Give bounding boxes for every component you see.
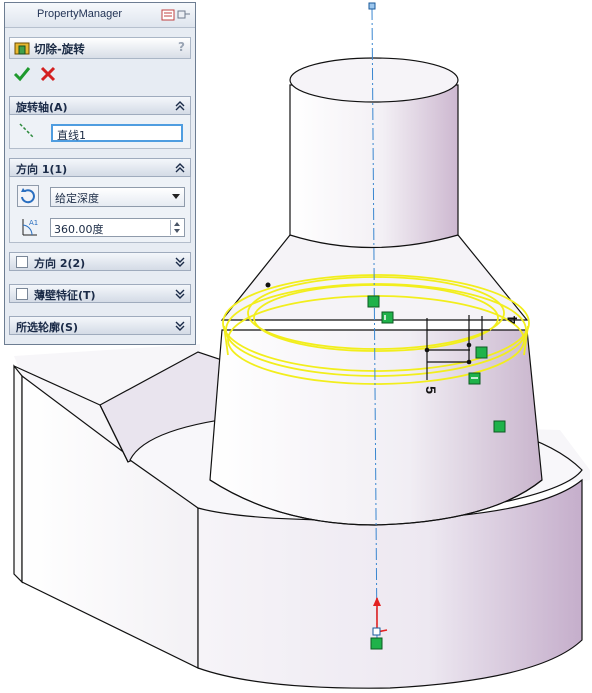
angle-input[interactable]: 360.00度: [50, 218, 185, 237]
collapse-chevron-icon[interactable]: [174, 100, 186, 112]
axis-line-icon: [19, 123, 35, 139]
end-condition-dropdown[interactable]: 给定深度: [50, 187, 185, 207]
axis-group-header[interactable]: 旋转轴(A): [9, 96, 191, 115]
thin-feature-group-label: 薄壁特征(T): [34, 289, 96, 302]
direction1-group-label: 方向 1(1): [16, 163, 68, 176]
axis-group-label: 旋转轴(A): [16, 101, 68, 114]
sketch-point[interactable]: [424, 347, 430, 353]
thin-feature-group-header[interactable]: 薄壁特征(T): [9, 284, 191, 303]
property-manager-panel: PropertyManager 切除-旋转 ? 旋转轴(A) 直线1 方向 1(…: [4, 2, 196, 345]
property-manager-titlebar: PropertyManager: [5, 3, 195, 28]
direction2-group-label: 方向 2(2): [34, 257, 86, 270]
selected-contours-group-label: 所选轮廓(S): [16, 321, 78, 334]
expand-chevron-icon[interactable]: [174, 320, 186, 332]
thin-feature-checkbox[interactable]: [16, 288, 28, 300]
property-manager-title: PropertyManager: [37, 8, 122, 20]
dimension-label[interactable]: 5: [423, 386, 439, 394]
dimension-label[interactable]: 4: [504, 316, 520, 324]
end-condition-value: 给定深度: [55, 192, 99, 205]
angle-value: 360.00度: [54, 223, 104, 236]
reverse-direction-icon[interactable]: [17, 185, 39, 207]
expand-chevron-icon[interactable]: [174, 288, 186, 300]
expand-chevron-icon[interactable]: [174, 256, 186, 268]
collapse-chevron-icon[interactable]: [174, 162, 186, 174]
ok-button[interactable]: [13, 65, 31, 83]
direction2-group-header[interactable]: 方向 2(2): [9, 252, 191, 271]
direction1-group-header[interactable]: 方向 1(1): [9, 158, 191, 177]
cone-body[interactable]: [209, 234, 543, 526]
axis-selection-field[interactable]: 直线1: [51, 124, 183, 142]
angle-icon: A1: [22, 219, 38, 236]
svg-text:A1: A1: [29, 219, 38, 227]
feature-title: 切除-旋转: [34, 42, 85, 56]
chevron-down-icon: [172, 194, 180, 199]
direction2-checkbox[interactable]: [16, 256, 28, 268]
cancel-button[interactable]: [39, 65, 57, 83]
revolve-cut-icon: [14, 42, 30, 55]
feature-header: 切除-旋转 ?: [9, 37, 191, 59]
pin-icon[interactable]: [161, 8, 191, 22]
sketch-point[interactable]: [466, 342, 472, 348]
sketch-point[interactable]: [265, 282, 271, 288]
spinner-icon[interactable]: [170, 220, 183, 235]
sketch-point[interactable]: [466, 359, 472, 365]
help-icon[interactable]: ?: [178, 40, 185, 54]
selected-contours-group-header[interactable]: 所选轮廓(S): [9, 316, 191, 335]
